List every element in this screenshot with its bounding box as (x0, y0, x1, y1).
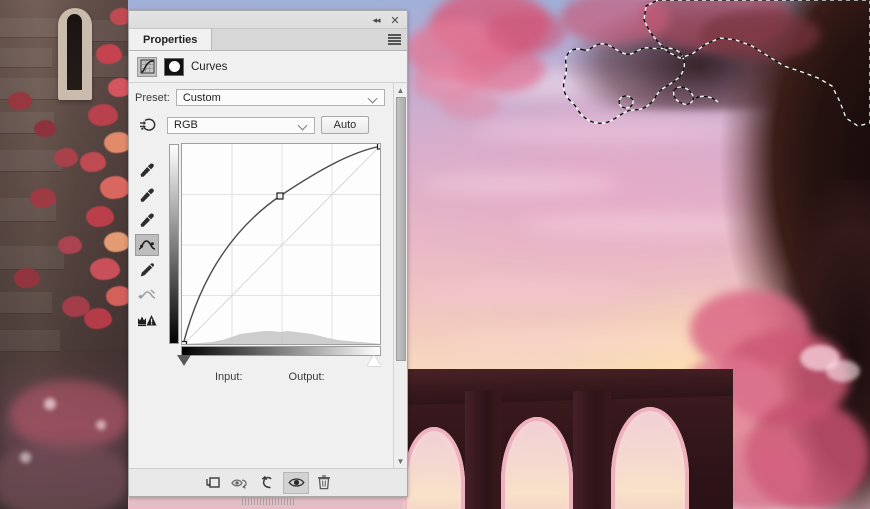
panel-body: Preset: Custom RGB Auto Input: Output: ▲… (129, 83, 407, 468)
blossom-cluster (440, 90, 500, 120)
delete-button[interactable] (311, 472, 337, 494)
channel-row: RGB Auto (135, 114, 385, 136)
eyedropper-black-point-icon[interactable] (135, 159, 159, 181)
collapse-icon[interactable]: ◂◂ (369, 13, 383, 27)
ivy-leaf (54, 148, 78, 167)
blossom-highlight (826, 360, 860, 382)
curves-icon[interactable] (137, 56, 157, 77)
adjustment-title: Curves (191, 60, 228, 73)
pencil-tool-icon[interactable] (135, 259, 159, 281)
reset-button[interactable] (255, 472, 281, 494)
brick (0, 292, 52, 314)
ivy-leaf (8, 92, 32, 110)
clip-to-layer-button[interactable] (199, 472, 225, 494)
castle-wall (0, 0, 128, 509)
ivy-leaf (30, 188, 56, 208)
curve-grid[interactable] (181, 143, 381, 345)
bokeh-highlight (96, 420, 106, 430)
adjustment-header: Curves (129, 51, 407, 83)
ivy-leaf (110, 8, 128, 25)
ivy-leaf (86, 206, 114, 227)
output-label: Output: (288, 371, 325, 383)
preset-row: Preset: Custom (135, 89, 385, 106)
auto-button[interactable]: Auto (321, 116, 369, 134)
photoshop-workspace: ◂◂ ✕ Properties Curves Preset: Custom RG… (0, 0, 870, 509)
ivy-leaf (96, 44, 122, 64)
brick (0, 330, 60, 352)
brick (0, 18, 66, 38)
output-gradient-ramp (169, 144, 179, 344)
ivy-leaf (34, 120, 56, 137)
black-point-slider[interactable] (177, 355, 191, 366)
brick (0, 48, 52, 68)
cloud (410, 280, 640, 302)
panel-titlebar: ◂◂ ✕ (129, 11, 407, 29)
toggle-visibility-button[interactable] (283, 471, 309, 494)
curve-pointer-tool-icon[interactable] (135, 234, 159, 256)
close-icon[interactable]: ✕ (388, 13, 402, 27)
marching-ants-selection[interactable] (540, 0, 870, 143)
panel-scrollbar[interactable]: ▲ ▼ (393, 83, 407, 468)
curve-editor[interactable]: Input: Output: (169, 143, 381, 383)
scroll-thumb[interactable] (395, 97, 406, 362)
channel-value: RGB (174, 119, 198, 131)
tab-properties[interactable]: Properties (129, 29, 213, 50)
ivy-leaf (100, 176, 128, 199)
brick (0, 246, 64, 270)
ivy-leaf (14, 268, 40, 288)
smooth-curve-icon[interactable] (135, 284, 159, 306)
view-previous-state-button[interactable] (227, 472, 253, 494)
curves-controls: Preset: Custom RGB Auto Input: Output: (129, 83, 393, 468)
on-image-adjustment-icon[interactable] (135, 114, 161, 136)
scroll-up-icon[interactable]: ▲ (394, 83, 408, 97)
ivy-leaf (90, 258, 120, 280)
panel-footer (129, 468, 407, 505)
aqueduct (403, 369, 733, 509)
ivy-leaf (108, 78, 128, 97)
clipping-warning-icon[interactable] (135, 309, 159, 331)
layer-mask-thumbnail[interactable] (164, 57, 184, 76)
cloud (420, 175, 620, 193)
gothic-window-glass (67, 14, 82, 90)
curves-toolstrip (135, 135, 161, 331)
white-point-slider[interactable] (367, 355, 381, 366)
input-output-readout: Input: Output: (215, 371, 325, 383)
panel-menu-icon[interactable] (388, 34, 401, 45)
bokeh-highlight (20, 452, 31, 463)
ivy-leaf (88, 104, 118, 126)
panel-resize-grip[interactable] (242, 497, 294, 505)
brick (0, 150, 62, 172)
ivy-leaf (104, 232, 128, 252)
ivy-leaf (104, 132, 128, 153)
preset-value: Custom (182, 91, 221, 104)
properties-panel[interactable]: ◂◂ ✕ Properties Curves Preset: Custom RG… (128, 10, 408, 505)
ivy-leaf (80, 152, 106, 172)
preset-label: Preset: (135, 91, 170, 104)
blossom-cluster (0, 440, 128, 509)
input-label: Input: (215, 371, 243, 383)
chevron-down-icon (367, 93, 378, 103)
eyedropper-white-point-icon[interactable] (135, 209, 159, 231)
bokeh-highlight (44, 398, 56, 410)
aqueduct-pier (573, 391, 611, 509)
ivy-leaf (62, 296, 90, 317)
scroll-down-icon[interactable]: ▼ (394, 454, 408, 468)
panel-tab-bar: Properties (129, 29, 407, 51)
input-gradient-ramp (181, 346, 381, 356)
channel-select[interactable]: RGB (167, 116, 315, 134)
preset-select[interactable]: Custom (175, 89, 385, 106)
aqueduct-pier (465, 391, 501, 509)
scroll-track[interactable] (394, 97, 408, 454)
chevron-down-icon (297, 120, 308, 131)
ivy-leaf (106, 286, 128, 306)
ivy-leaf (58, 236, 82, 254)
eyedropper-gray-point-icon[interactable] (135, 184, 159, 206)
